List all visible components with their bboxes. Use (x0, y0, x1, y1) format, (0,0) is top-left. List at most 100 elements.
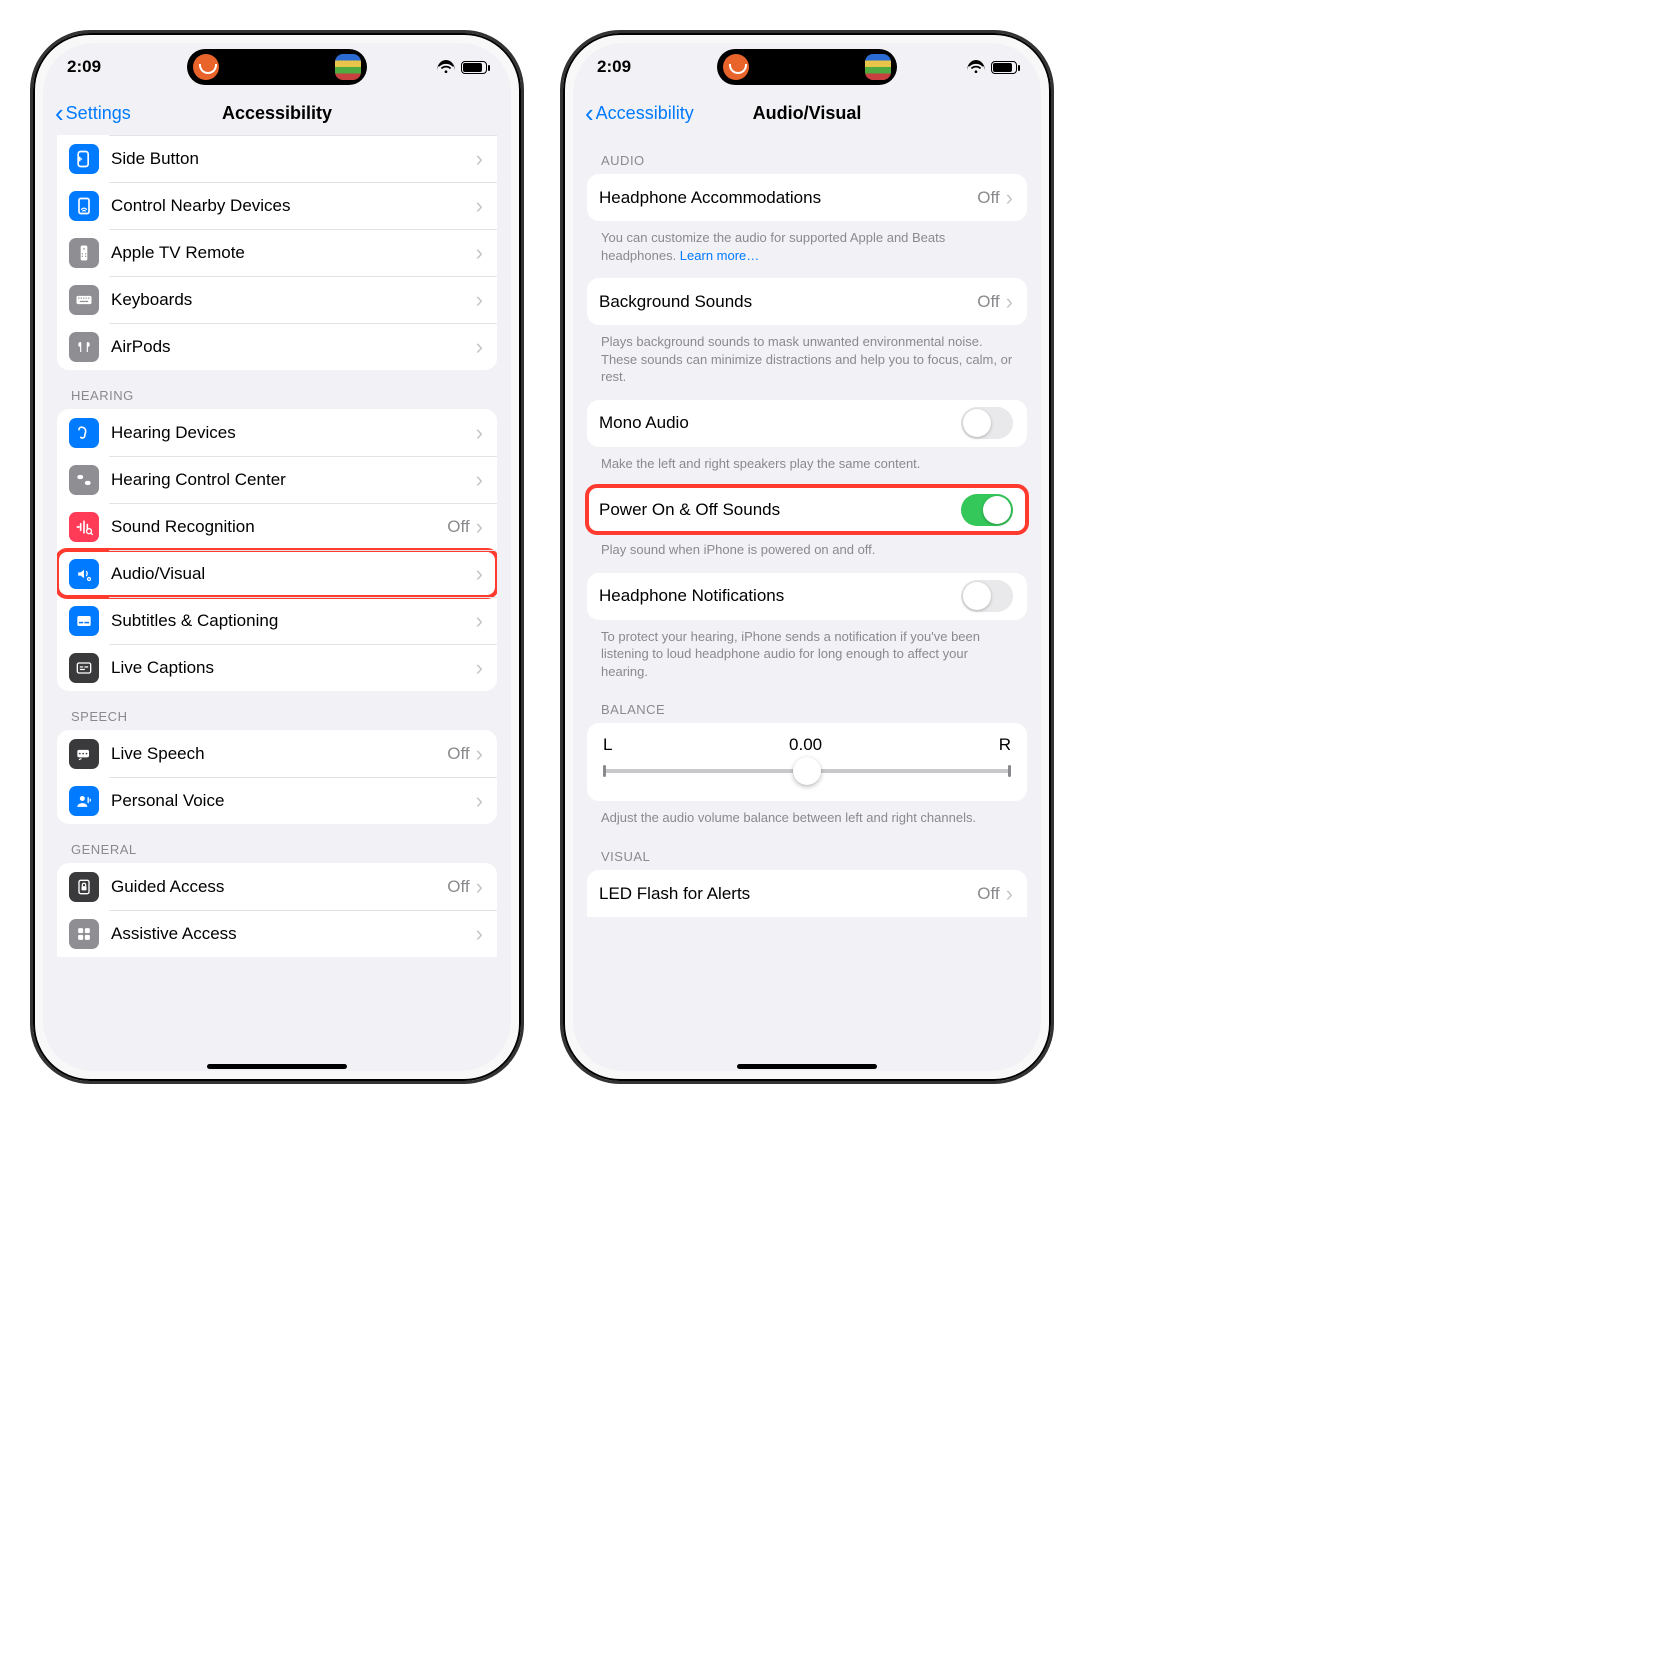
island-app-icon (723, 54, 749, 80)
island-app-icon (193, 54, 219, 80)
row-led-flash[interactable]: LED Flash for Alerts Off › (587, 870, 1027, 917)
ear-icon (69, 418, 99, 448)
chevron-left-icon: ‹ (55, 100, 64, 126)
footer-power-sounds: Play sound when iPhone is powered on and… (587, 533, 1027, 563)
island-app-icon-2 (335, 54, 361, 80)
chevron-right-icon: › (476, 610, 483, 632)
nearby-devices-icon (69, 191, 99, 221)
settings-list[interactable]: Side Button › Control Nearby Devices › A… (43, 135, 511, 1071)
group-header-general: GENERAL (57, 824, 497, 863)
row-apple-tv-remote[interactable]: Apple TV Remote › (57, 229, 497, 276)
chevron-right-icon: › (476, 336, 483, 358)
balance-slider[interactable] (603, 757, 1011, 785)
airpods-icon (69, 332, 99, 362)
chevron-right-icon: › (476, 876, 483, 898)
back-button[interactable]: ‹ Accessibility (585, 100, 694, 126)
footer-mono-audio: Make the left and right speakers play th… (587, 447, 1027, 477)
nav-bar: ‹ Accessibility Audio/Visual (573, 91, 1041, 135)
row-live-captions[interactable]: Live Captions › (57, 644, 497, 691)
balance-value: 0.00 (789, 735, 822, 755)
row-power-on-off-sounds[interactable]: Power On & Off Sounds (587, 486, 1027, 533)
chevron-right-icon: › (476, 657, 483, 679)
row-sound-recognition[interactable]: Sound Recognition Off › (57, 503, 497, 550)
headphone-notifications-toggle[interactable] (961, 580, 1013, 612)
row-mono-audio[interactable]: Mono Audio (587, 400, 1027, 447)
chevron-right-icon: › (476, 743, 483, 765)
chevron-left-icon: ‹ (585, 100, 594, 126)
chevron-right-icon: › (476, 195, 483, 217)
chevron-right-icon: › (476, 563, 483, 585)
live-captions-icon (69, 653, 99, 683)
chevron-right-icon: › (476, 469, 483, 491)
back-label: Accessibility (596, 103, 694, 124)
group-balance: L 0.00 R (587, 723, 1027, 801)
chevron-right-icon: › (1006, 291, 1013, 313)
wifi-icon (437, 60, 455, 74)
keyboard-icon (69, 285, 99, 315)
group-headphone-acc: Headphone Accommodations Off › (587, 174, 1027, 221)
island-app-icon-2 (865, 54, 891, 80)
chevron-right-icon: › (1006, 883, 1013, 905)
learn-more-link[interactable]: Learn more… (680, 248, 759, 263)
row-guided-access[interactable]: Guided Access Off › (57, 863, 497, 910)
chevron-right-icon: › (1006, 187, 1013, 209)
chevron-right-icon: › (476, 242, 483, 264)
row-background-sounds[interactable]: Background Sounds Off › (587, 278, 1027, 325)
audio-visual-list[interactable]: AUDIO Headphone Accommodations Off › You… (573, 135, 1041, 1071)
group-visual: LED Flash for Alerts Off › (587, 870, 1027, 917)
phone-right: 2:09 ‹ Accessibility Audio/Visual AUDIO (560, 30, 1054, 1084)
footer-balance: Adjust the audio volume balance between … (587, 801, 1027, 831)
side-button-icon (69, 144, 99, 174)
group-hearing: Hearing Devices › Hearing Control Center… (57, 409, 497, 691)
chevron-right-icon: › (476, 148, 483, 170)
group-touch-continued: Side Button › Control Nearby Devices › A… (57, 135, 497, 370)
group-header-speech: SPEECH (57, 691, 497, 730)
hearing-control-icon (69, 465, 99, 495)
battery-icon (991, 61, 1017, 74)
section-header-visual: VISUAL (587, 831, 1027, 870)
chevron-right-icon: › (476, 422, 483, 444)
status-time: 2:09 (67, 57, 127, 77)
footer-headphone-notifications: To protect your hearing, iPhone sends a … (587, 620, 1027, 685)
assistive-access-icon (69, 919, 99, 949)
mono-audio-toggle[interactable] (961, 407, 1013, 439)
phone-left: 2:09 ‹ Settings Accessibility (30, 30, 524, 1084)
row-control-nearby[interactable]: Control Nearby Devices › (57, 182, 497, 229)
subtitles-icon (69, 606, 99, 636)
row-keyboards[interactable]: Keyboards › (57, 276, 497, 323)
personal-voice-icon (69, 786, 99, 816)
group-power-sounds: Power On & Off Sounds (587, 486, 1027, 533)
row-live-speech[interactable]: Live Speech Off › (57, 730, 497, 777)
home-indicator[interactable] (207, 1064, 347, 1069)
home-indicator[interactable] (737, 1064, 877, 1069)
footer-headphone-acc: You can customize the audio for supporte… (587, 221, 1027, 268)
footer-background-sounds: Plays background sounds to mask unwanted… (587, 325, 1027, 390)
power-sounds-toggle[interactable] (961, 494, 1013, 526)
status-time: 2:09 (597, 57, 657, 77)
chevron-right-icon: › (476, 790, 483, 812)
row-hearing-control-center[interactable]: Hearing Control Center › (57, 456, 497, 503)
row-airpods[interactable]: AirPods › (57, 323, 497, 370)
row-headphone-accommodations[interactable]: Headphone Accommodations Off › (587, 174, 1027, 221)
balance-slider-thumb[interactable] (793, 757, 821, 785)
sound-recognition-icon (69, 512, 99, 542)
row-subtitles-captioning[interactable]: Subtitles & Captioning › (57, 597, 497, 644)
status-bar: 2:09 (43, 43, 511, 91)
back-button[interactable]: ‹ Settings (55, 100, 131, 126)
battery-icon (461, 61, 487, 74)
group-mono-audio: Mono Audio (587, 400, 1027, 447)
group-speech: Live Speech Off › Personal Voice › (57, 730, 497, 824)
row-side-button[interactable]: Side Button › (57, 135, 497, 182)
wifi-icon (967, 60, 985, 74)
row-assistive-access[interactable]: Assistive Access › (57, 910, 497, 957)
row-personal-voice[interactable]: Personal Voice › (57, 777, 497, 824)
chevron-right-icon: › (476, 516, 483, 538)
row-hearing-devices[interactable]: Hearing Devices › (57, 409, 497, 456)
chevron-right-icon: › (476, 289, 483, 311)
chevron-right-icon: › (476, 923, 483, 945)
row-audio-visual[interactable]: Audio/Visual › (57, 550, 497, 597)
group-header-hearing: HEARING (57, 370, 497, 409)
row-headphone-notifications[interactable]: Headphone Notifications (587, 573, 1027, 620)
nav-bar: ‹ Settings Accessibility (43, 91, 511, 135)
dynamic-island (187, 49, 367, 85)
